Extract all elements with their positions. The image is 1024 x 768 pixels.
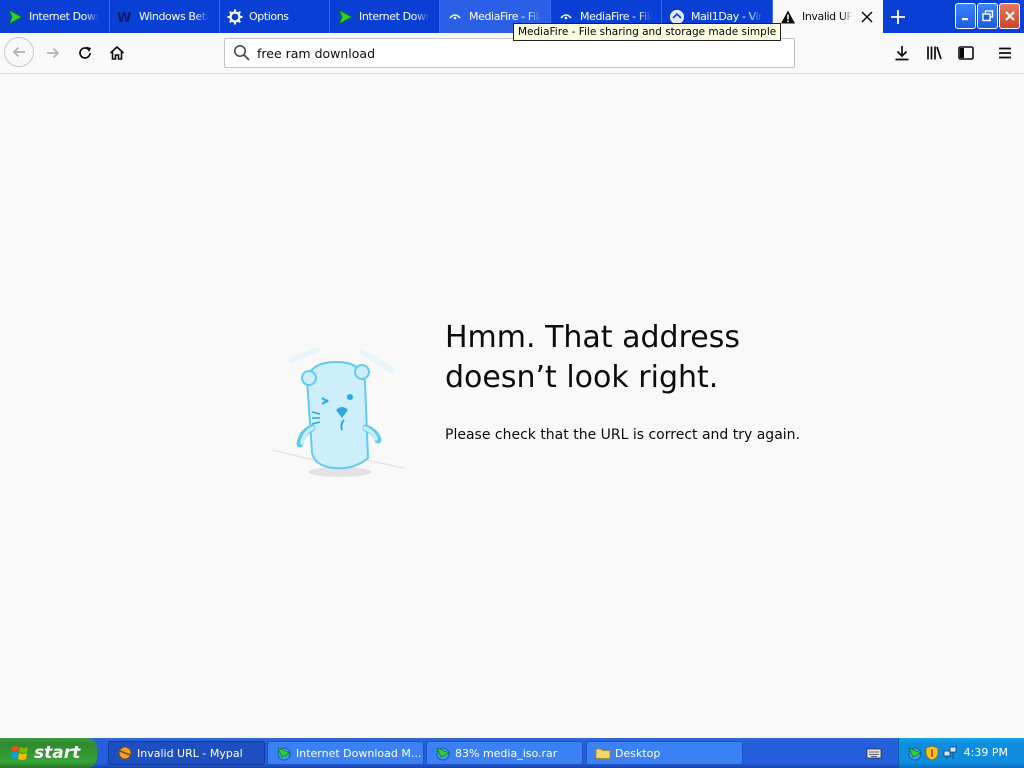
tab-invalid-url[interactable]: Invalid URL <box>773 0 883 33</box>
taskbar-item-label: Desktop <box>615 746 661 760</box>
tab-tooltip: MediaFire - File sharing and storage mad… <box>513 23 782 41</box>
tab-label: MediaFire - File <box>580 10 652 23</box>
hamburger-menu-icon <box>999 47 1011 59</box>
tab-strip: Internet Download Manager W Windows Beta… <box>0 0 1024 33</box>
windows-beta-icon: W <box>117 9 133 25</box>
tab-label: Options <box>249 10 289 23</box>
tab-label: Windows Beta <box>139 10 209 23</box>
minimize-button[interactable] <box>955 3 976 29</box>
tab-label: Mail1Day - Virtual <box>691 10 763 23</box>
windows-logo-icon <box>11 746 28 760</box>
tab-internet-download-1[interactable]: Internet Download Manager <box>0 0 110 33</box>
taskbar-item-desktop[interactable]: Desktop <box>586 741 743 765</box>
taskbar-item-mypal[interactable]: Invalid URL - Mypal <box>108 741 265 765</box>
tab-windows-beta[interactable]: W Windows Beta <box>110 0 220 33</box>
taskbar-item-label: Invalid URL - Mypal <box>137 746 243 760</box>
back-button[interactable] <box>4 37 34 67</box>
library-button[interactable] <box>918 37 950 69</box>
error-description: Please check that the URL is correct and… <box>445 427 800 443</box>
start-label: start <box>34 743 81 763</box>
idm-tray-icon[interactable] <box>907 745 923 761</box>
address-bar[interactable]: free ram download <box>224 38 795 68</box>
taskbar-item-label: 83% media_iso.rar <box>455 746 558 760</box>
idm-arrow-icon <box>7 8 23 25</box>
tab-label: Invalid URL <box>802 10 852 23</box>
back-arrow-icon <box>12 46 25 58</box>
restore-button[interactable] <box>977 3 998 29</box>
library-icon <box>927 46 942 60</box>
mypal-icon <box>118 746 132 760</box>
network-icon[interactable] <box>942 745 958 761</box>
minimize-icon <box>961 18 968 21</box>
system-tray: 4:39 PM <box>898 738 1024 768</box>
menu-button[interactable] <box>989 37 1021 69</box>
gear-icon <box>227 9 243 25</box>
tab-label: MediaFire - File <box>469 10 541 23</box>
error-illustration <box>262 340 412 490</box>
taskbar-item-label: Internet Download M... <box>296 746 422 760</box>
tab-label: Internet Download Manager <box>29 10 99 23</box>
error-title: Hmm. That address doesn’t look right. <box>445 320 740 395</box>
url-text[interactable]: free ram download <box>257 46 375 61</box>
windows-taskbar: start Invalid URL - Mypal Internet Downl… <box>0 738 1024 768</box>
reload-icon <box>79 46 91 59</box>
plus-icon <box>891 10 905 24</box>
idm-globe-icon <box>277 747 291 761</box>
svg-text:W: W <box>117 11 131 25</box>
download-icon <box>895 46 909 61</box>
warning-icon <box>780 9 796 25</box>
tab-internet-download-2[interactable]: Internet Download Manager <box>330 0 440 33</box>
folder-icon <box>595 748 611 759</box>
mediafire-icon <box>447 9 463 25</box>
forward-button[interactable] <box>37 37 69 69</box>
keyboard-icon[interactable] <box>866 746 882 760</box>
idm-globe-icon <box>436 747 450 761</box>
idm-arrow-icon <box>337 8 353 25</box>
home-button[interactable] <box>101 37 133 69</box>
home-icon <box>109 45 125 60</box>
tab-label: Internet Download Manager <box>359 10 429 23</box>
close-window-button[interactable] <box>999 3 1020 29</box>
restore-icon <box>981 10 993 22</box>
taskbar-clock: 4:39 PM <box>963 746 1008 759</box>
confused-hamster-icon <box>271 347 405 477</box>
start-button[interactable]: start <box>0 738 97 768</box>
sidebar-button[interactable] <box>950 37 982 69</box>
reload-button[interactable] <box>69 37 101 69</box>
close-icon <box>1004 11 1015 21</box>
forward-arrow-icon <box>47 47 60 59</box>
taskbar-item-internet-download-manager[interactable]: Internet Download M... <box>267 741 424 765</box>
tab-options[interactable]: Options <box>220 0 330 33</box>
downloads-button[interactable] <box>886 37 918 69</box>
security-shield-icon[interactable] <box>925 745 939 761</box>
navigation-toolbar: free ram download <box>0 33 1024 74</box>
taskbar-item-media-iso[interactable]: 83% media_iso.rar <box>426 741 583 765</box>
search-icon <box>234 45 250 61</box>
sidebar-icon <box>958 46 974 60</box>
close-tab-icon[interactable] <box>861 10 873 23</box>
new-tab-button[interactable] <box>884 5 912 29</box>
